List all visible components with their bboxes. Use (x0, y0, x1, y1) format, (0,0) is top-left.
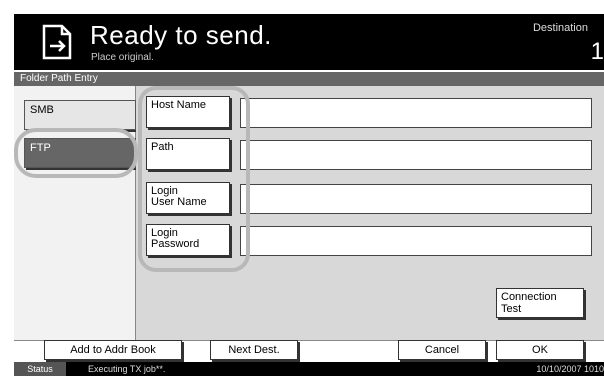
screen-subtitle: Place original. (91, 52, 154, 63)
smb-button[interactable]: SMB (24, 100, 136, 130)
login-password-label-line2: Password (151, 238, 200, 250)
add-to-addr-book-button[interactable]: Add to Addr Book (44, 340, 182, 360)
status-message: Executing TX job**. (88, 364, 166, 374)
section-title: Folder Path Entry (14, 72, 604, 86)
cancel-button[interactable]: Cancel (398, 340, 486, 360)
protocol-panel: SMB FTP (14, 86, 136, 340)
header-bar: Ready to send. Place original. Destinati… (14, 14, 604, 70)
login-user-label-line2: User Name (151, 196, 207, 208)
ok-button[interactable]: OK (496, 340, 584, 360)
path-field[interactable] (240, 140, 592, 170)
document-send-icon (36, 22, 76, 62)
host-name-field[interactable] (240, 98, 592, 128)
login-user-name-field[interactable] (240, 184, 592, 214)
host-name-button[interactable]: Host Name (146, 96, 230, 128)
connection-test-button[interactable]: Connection Test (496, 288, 584, 318)
login-password-field[interactable] (240, 226, 592, 256)
destination-label: Destination (532, 22, 588, 34)
status-button[interactable]: Status (14, 362, 66, 376)
connection-test-line1: Connection (501, 291, 557, 303)
status-time: 10/10/2007 1010 (536, 364, 604, 374)
status-bar: Status Executing TX job**. 10/10/2007 10… (14, 362, 604, 376)
connection-test-line2: Test (501, 303, 522, 315)
next-dest-button[interactable]: Next Dest. (210, 340, 298, 360)
destination-count: 1 (590, 38, 604, 65)
path-label: Path (151, 141, 174, 153)
login-password-button[interactable]: Login Password (146, 224, 230, 256)
screen-title: Ready to send. (90, 20, 272, 50)
ftp-button[interactable]: FTP (24, 138, 136, 168)
path-button[interactable]: Path (146, 138, 230, 170)
login-user-name-button[interactable]: Login User Name (146, 182, 230, 214)
host-name-label: Host Name (151, 99, 207, 111)
